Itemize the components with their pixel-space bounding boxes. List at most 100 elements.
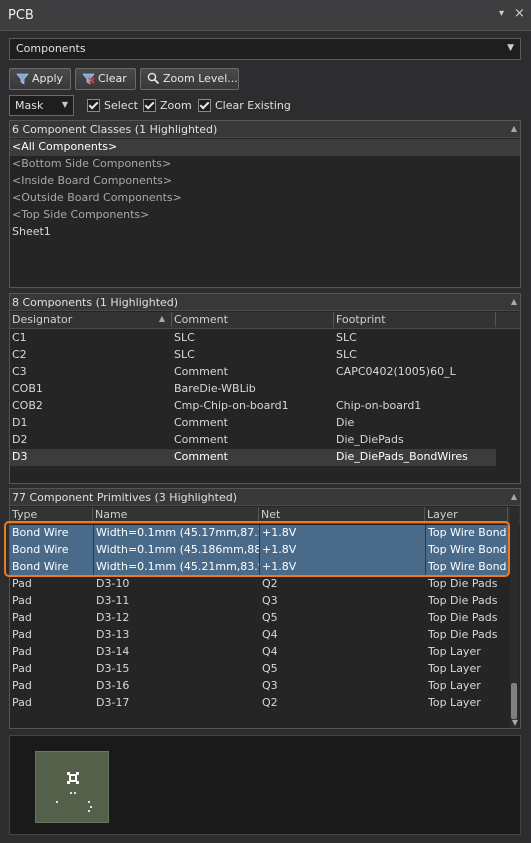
primitive-row-highlighted[interactable]: Bond Wire Width=0.1mm (45.21mm,83.987 +1… — [10, 559, 508, 577]
type-cell: Bond Wire — [12, 560, 69, 573]
chevron-down-icon: ▼ — [61, 100, 68, 109]
components-header: 8 Components (1 Highlighted) ▲ — [10, 294, 520, 311]
primitive-row[interactable]: Pad D3-13 Q4 Top Die Pads — [10, 627, 520, 644]
name-cell: D3-10 — [96, 577, 130, 590]
class-item-bottom-side[interactable]: <Bottom Side Components> — [10, 156, 520, 173]
apply-button[interactable]: Apply — [9, 68, 71, 90]
comment-cell: SLC — [174, 348, 195, 361]
scrollbar-thumb[interactable] — [511, 683, 517, 719]
filter-type-dropdown[interactable]: Components ▼ — [9, 38, 521, 60]
column-header-name[interactable]: Name — [93, 507, 259, 522]
checkbox-checked-icon — [87, 99, 100, 112]
primitive-row[interactable]: Pad D3-16 Q3 Top Layer — [10, 678, 520, 695]
designator-cell: COB1 — [12, 382, 43, 395]
designator-cell: D1 — [12, 416, 28, 429]
footprint-cell: SLC — [336, 331, 357, 344]
pin-menu-icon[interactable]: ▾ — [499, 8, 504, 19]
footprint-cell: Die_DiePads — [336, 433, 404, 446]
column-header-designator[interactable]: Designator ▲ — [10, 312, 172, 327]
name-cell: Width=0.1mm (45.17mm,87.253 — [96, 526, 259, 539]
name-cell: D3-15 — [96, 662, 130, 675]
name-cell: D3-16 — [96, 679, 130, 692]
column-header-layer[interactable]: Layer — [425, 507, 508, 522]
component-row[interactable]: COB1 BareDie-WBLib — [10, 381, 520, 398]
component-row[interactable]: C2 SLC SLC — [10, 347, 520, 364]
net-cell: Q3 — [262, 594, 278, 607]
layer-cell: Top Layer — [428, 645, 481, 658]
layer-cell: Top Wire Bond — [428, 526, 507, 539]
primitive-row[interactable]: Pad D3-14 Q4 Top Layer — [10, 644, 520, 661]
component-row[interactable]: C1 SLC SLC — [10, 330, 520, 347]
scroll-up-icon[interactable]: ▲ — [511, 124, 517, 133]
component-row[interactable]: C3 Comment CAPC0402(1005)60_L — [10, 364, 520, 381]
class-item-label: <All Components> — [12, 140, 118, 153]
layer-cell: Top Layer — [428, 696, 481, 709]
column-header-footprint[interactable]: Footprint — [334, 312, 496, 327]
column-header-net[interactable]: Net — [259, 507, 425, 522]
scroll-up-icon[interactable]: ▲ — [511, 297, 517, 306]
primitives-scrollbar[interactable]: ▼ — [510, 507, 519, 728]
primitives-column-header: Type Name Net Layer — [10, 507, 520, 524]
scroll-up-icon[interactable]: ▲ — [511, 492, 517, 501]
footprint-cell: SLC — [336, 348, 357, 361]
zoom-level-button[interactable]: Zoom Level... — [140, 68, 239, 90]
column-header-type[interactable]: Type — [10, 507, 93, 522]
scroll-down-icon[interactable]: ▼ — [512, 718, 518, 727]
column-header-label: Designator — [12, 313, 73, 326]
type-cell: Pad — [12, 662, 32, 675]
sort-ascending-icon: ▲ — [158, 314, 165, 323]
layer-cell: Top Wire Bond — [428, 560, 507, 573]
primitive-row[interactable]: Pad D3-11 Q3 Top Die Pads — [10, 593, 520, 610]
zoom-level-label: Zoom Level... — [163, 72, 238, 85]
class-item-sheet1[interactable]: Sheet1 — [10, 224, 520, 241]
layer-cell: Top Wire Bond — [428, 543, 507, 556]
class-item-all-components[interactable]: <All Components> — [10, 139, 520, 156]
layer-cell: Top Die Pads — [428, 628, 498, 641]
comment-cell: Cmp-Chip-on-board1 — [174, 399, 289, 412]
comment-cell: Comment — [174, 416, 228, 429]
clear-filter-icon — [82, 73, 95, 85]
chevron-down-icon: ▼ — [507, 43, 514, 53]
column-divider — [259, 525, 260, 542]
checkbox-checked-icon — [198, 99, 211, 112]
component-row[interactable]: D2 Comment Die_DiePads — [10, 432, 520, 449]
net-cell: Q2 — [262, 577, 278, 590]
column-divider — [93, 542, 94, 559]
designator-cell: D2 — [12, 433, 28, 446]
class-item-label: <Outside Board Components> — [12, 191, 182, 204]
filter-type-value: Components — [16, 42, 86, 55]
class-item-inside-board[interactable]: <Inside Board Components> — [10, 173, 520, 190]
primitive-row[interactable]: Pad D3-17 Q2 Top Layer — [10, 695, 520, 712]
board-preview[interactable] — [9, 735, 521, 835]
pcb-board-thumbnail — [35, 751, 109, 823]
column-header-comment[interactable]: Comment — [172, 312, 334, 327]
close-icon[interactable]: × — [514, 6, 525, 21]
component-row[interactable]: D1 Comment Die — [10, 415, 520, 432]
name-cell: D3-11 — [96, 594, 130, 607]
magnifier-icon — [147, 72, 160, 85]
type-cell: Pad — [12, 594, 32, 607]
primitive-row[interactable]: Pad D3-12 Q5 Top Die Pads — [10, 610, 520, 627]
primitives-title: 77 Component Primitives (3 Highlighted) — [12, 491, 238, 504]
footprint-cell: Chip-on-board1 — [336, 399, 422, 412]
component-row-highlighted[interactable]: D3 Comment Die_DiePads_BondWires — [10, 449, 496, 466]
primitive-row-highlighted[interactable]: Bond Wire Width=0.1mm (45.186mm,88.254 +… — [10, 542, 508, 560]
layer-cell: Top Layer — [428, 662, 481, 675]
clear-existing-checkbox-label: Clear Existing — [215, 99, 291, 112]
class-item-label: <Inside Board Components> — [12, 174, 173, 187]
primitive-row-highlighted[interactable]: Bond Wire Width=0.1mm (45.17mm,87.253 +1… — [10, 525, 508, 543]
net-cell: Q5 — [262, 611, 278, 624]
primitive-row[interactable]: Pad D3-10 Q2 Top Die Pads — [10, 576, 520, 593]
primitive-row[interactable]: Pad D3-15 Q5 Top Layer — [10, 661, 520, 678]
type-cell: Pad — [12, 696, 32, 709]
component-primitives-panel: 77 Component Primitives (3 Highlighted) … — [9, 488, 521, 729]
designator-cell: D3 — [12, 450, 28, 463]
clear-button[interactable]: Clear — [75, 68, 136, 90]
designator-cell: C1 — [12, 331, 27, 344]
type-cell: Pad — [12, 679, 32, 692]
class-item-outside-board[interactable]: <Outside Board Components> — [10, 190, 520, 207]
class-item-top-side[interactable]: <Top Side Components> — [10, 207, 520, 224]
component-row[interactable]: COB2 Cmp-Chip-on-board1 Chip-on-board1 — [10, 398, 520, 415]
mask-mode-dropdown[interactable]: Mask ▼ — [9, 95, 74, 116]
component-classes-header: 6 Component Classes (1 Highlighted) ▲ — [10, 121, 520, 138]
